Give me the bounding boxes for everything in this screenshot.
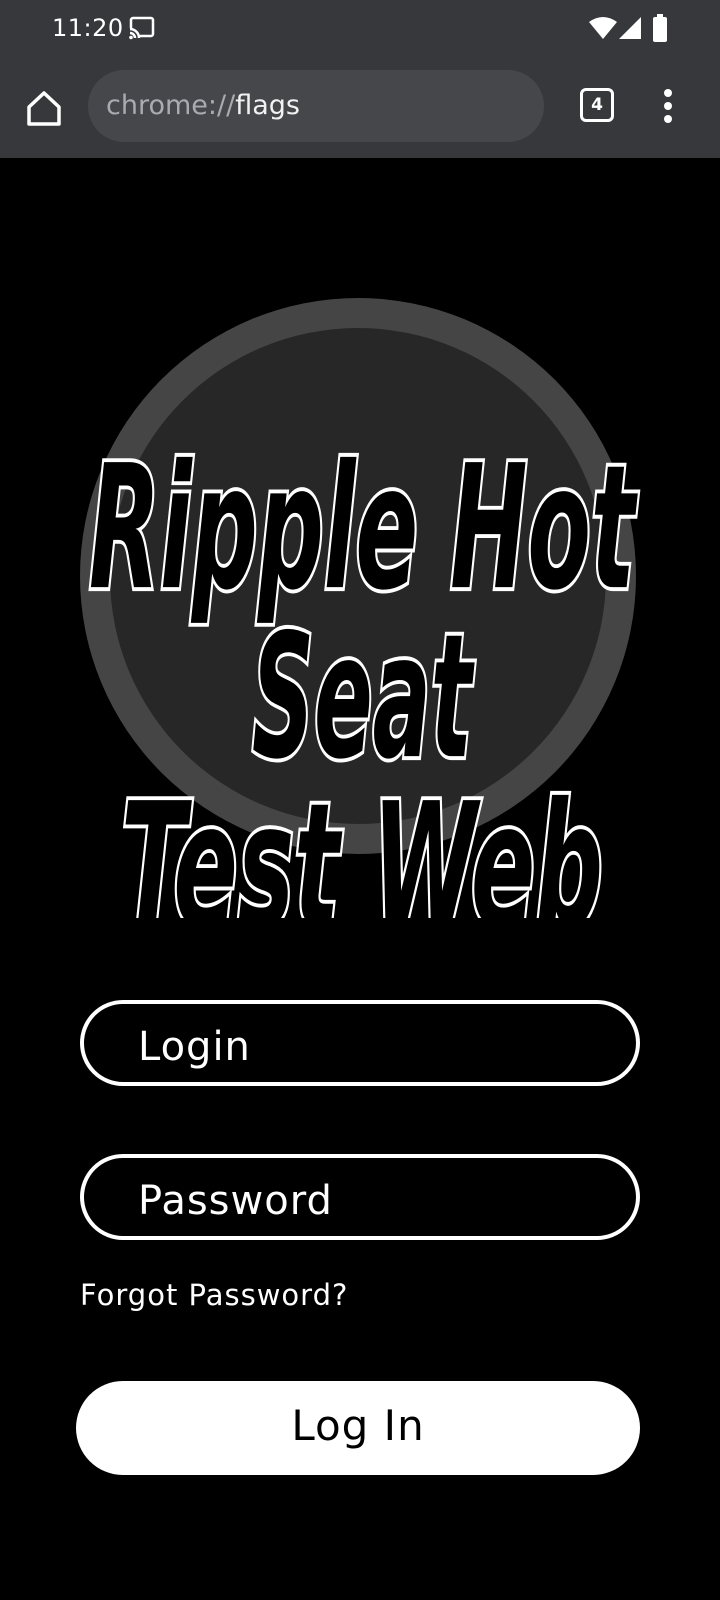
status-bar: 11:20 [0,0,720,58]
logo-line-3: Test Web [121,767,603,918]
signal-icon [619,17,641,39]
browser-toolbar: chrome://flags 4 [0,58,720,158]
password-field[interactable]: Password [80,1154,640,1240]
more-vert-icon[interactable] [656,86,680,126]
log-in-button-label: Log In [291,1401,425,1450]
login-field-placeholder: Login [138,1024,251,1070]
tab-switcher-button[interactable]: 4 [580,88,614,122]
url-scheme: chrome:// [106,90,236,121]
address-bar[interactable]: chrome://flags [88,70,544,142]
app-logo: Ripple Hot Seat Test Web [80,298,641,918]
log-in-button[interactable]: Log In [76,1381,640,1475]
login-field[interactable]: Login [80,1000,640,1086]
status-time: 11:20 [52,14,124,42]
wifi-icon [589,17,617,39]
address-bar-url: chrome://flags [106,90,300,121]
forgot-password-link[interactable]: Forgot Password? [80,1278,348,1312]
cast-icon [128,16,155,40]
password-field-placeholder: Password [138,1178,333,1224]
battery-icon [653,14,667,42]
home-icon[interactable] [22,86,66,130]
url-host: flags [235,90,300,121]
